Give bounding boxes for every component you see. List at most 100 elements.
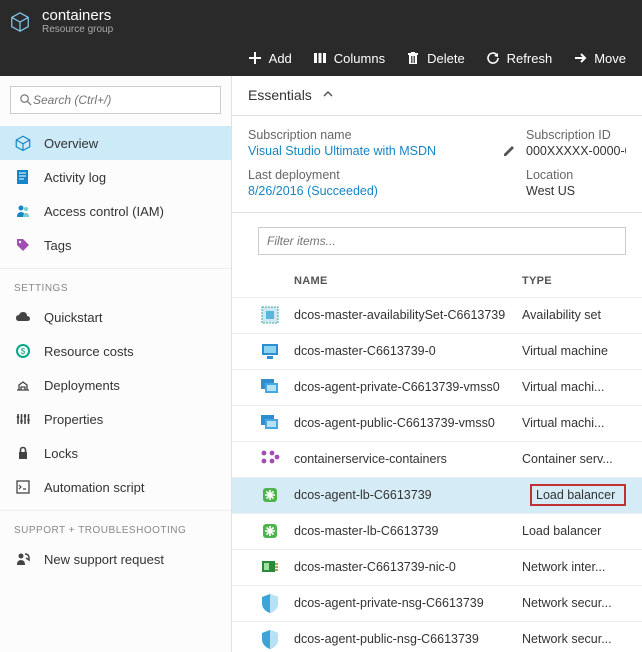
support-icon (14, 550, 32, 568)
sidebar-item-quickstart[interactable]: Quickstart (0, 300, 231, 334)
resource-name: dcos-master-C6613739-nic-0 (294, 560, 522, 574)
command-bar: Add Columns Delete Refresh Move (0, 40, 642, 76)
resource-group-icon (8, 10, 32, 34)
access-control-icon (14, 202, 32, 220)
search-icon (19, 93, 33, 107)
sidebar-item-automation[interactable]: Automation script (0, 470, 231, 504)
sidebar-label: Access control (IAM) (44, 204, 164, 219)
subscription-name-link[interactable]: Visual Studio Ultimate with MSDN (248, 144, 502, 158)
script-icon (14, 478, 32, 496)
activity-log-icon (14, 168, 32, 186)
columns-label: Columns (334, 51, 385, 66)
lock-icon (14, 444, 32, 462)
sidebar-label: Automation script (44, 480, 144, 495)
deployments-icon (14, 376, 32, 394)
sidebar-item-access[interactable]: Access control (IAM) (0, 194, 231, 228)
resource-type: Load balancer (522, 524, 626, 538)
location-value: West US (526, 184, 626, 198)
resource-list: dcos-master-availabilitySet-C6613739 Ava… (232, 297, 642, 652)
table-row[interactable]: containerservice-containers Container se… (232, 441, 642, 477)
table-row[interactable]: dcos-agent-lb-C6613739 Load balancer (232, 477, 642, 513)
essentials-title: Essentials (248, 87, 312, 103)
sidebar-label: New support request (44, 552, 164, 567)
page-header: containers Resource group (0, 0, 642, 40)
properties-icon (14, 410, 32, 428)
section-settings: SETTINGS (0, 269, 231, 300)
table-header: NAME TYPE (232, 261, 642, 297)
sidebar-item-deployments[interactable]: Deployments (0, 368, 231, 402)
columns-icon (312, 50, 328, 66)
resource-name: dcos-agent-private-nsg-C6613739 (294, 596, 522, 610)
table-row[interactable]: dcos-agent-private-nsg-C6613739 Network … (232, 585, 642, 621)
subscription-name-label: Subscription name (248, 128, 502, 142)
sidebar-label: Quickstart (44, 310, 103, 325)
refresh-button[interactable]: Refresh (477, 46, 561, 70)
filter-box[interactable] (258, 227, 626, 255)
sidebar-label: Overview (44, 136, 98, 151)
add-button[interactable]: Add (239, 46, 300, 70)
table-row[interactable]: dcos-agent-public-C6613739-vmss0 Virtual… (232, 405, 642, 441)
subscription-id-label: Subscription ID (526, 128, 626, 142)
filter-input[interactable] (267, 234, 617, 248)
table-row[interactable]: dcos-agent-public-nsg-C6613739 Network s… (232, 621, 642, 652)
subscription-id-value: 000XXXXX-0000-0 (526, 144, 626, 158)
move-button[interactable]: Move (564, 46, 634, 70)
plus-icon (247, 50, 263, 66)
table-row[interactable]: dcos-master-availabilitySet-C6613739 Ava… (232, 297, 642, 333)
table-row[interactable]: dcos-agent-private-C6613739-vmss0 Virtua… (232, 369, 642, 405)
sidebar-label: Resource costs (44, 344, 134, 359)
columns-button[interactable]: Columns (304, 46, 393, 70)
resource-name: dcos-master-C6613739-0 (294, 344, 522, 358)
delete-label: Delete (427, 51, 465, 66)
resource-type: Network secur... (522, 632, 626, 646)
resource-name: dcos-agent-lb-C6613739 (294, 488, 530, 502)
table-row[interactable]: dcos-master-C6613739-0 Virtual machine (232, 333, 642, 369)
container-service-icon (258, 447, 282, 471)
column-type[interactable]: TYPE (522, 275, 626, 287)
sidebar-label: Deployments (44, 378, 120, 393)
sidebar: Overview Activity log Access control (IA… (0, 76, 232, 652)
content-area: Essentials Subscription name Visual Stud… (232, 76, 642, 652)
sidebar-search-input[interactable] (33, 93, 212, 107)
tag-icon (14, 236, 32, 254)
resource-name: dcos-agent-private-C6613739-vmss0 (294, 380, 522, 394)
last-deployment-link[interactable]: 8/26/2016 (Succeeded) (248, 184, 502, 198)
svg-text:$: $ (21, 347, 26, 356)
sidebar-item-costs[interactable]: $ Resource costs (0, 334, 231, 368)
table-row[interactable]: dcos-master-C6613739-nic-0 Network inter… (232, 549, 642, 585)
location-label: Location (526, 168, 626, 182)
sidebar-item-tags[interactable]: Tags (0, 228, 231, 262)
essentials-toggle[interactable]: Essentials (232, 76, 642, 116)
resource-type: Virtual machi... (522, 416, 626, 430)
sidebar-label: Locks (44, 446, 78, 461)
edit-icon[interactable] (502, 144, 516, 158)
availability-set-icon (258, 303, 282, 327)
sidebar-item-locks[interactable]: Locks (0, 436, 231, 470)
page-subtitle: Resource group (42, 24, 113, 35)
column-name[interactable]: NAME (258, 275, 522, 287)
sidebar-search[interactable] (10, 86, 221, 114)
sidebar-item-properties[interactable]: Properties (0, 402, 231, 436)
resource-type: Network inter... (522, 560, 626, 574)
refresh-icon (485, 50, 501, 66)
trash-icon (405, 50, 421, 66)
sidebar-label: Activity log (44, 170, 106, 185)
delete-button[interactable]: Delete (397, 46, 473, 70)
resource-name: containerservice-containers (294, 452, 522, 466)
sidebar-item-activity[interactable]: Activity log (0, 160, 231, 194)
nsg-icon (258, 627, 282, 651)
sidebar-label: Properties (44, 412, 103, 427)
cloud-icon (14, 308, 32, 326)
cost-icon: $ (14, 342, 32, 360)
resource-name: dcos-agent-public-nsg-C6613739 (294, 632, 522, 646)
resource-type: Availability set (522, 308, 626, 322)
vmss-icon (258, 375, 282, 399)
resource-name: dcos-master-availabilitySet-C6613739 (294, 308, 522, 322)
resource-name: dcos-master-lb-C6613739 (294, 524, 522, 538)
sidebar-item-support[interactable]: New support request (0, 542, 231, 576)
resource-type: Network secur... (522, 596, 626, 610)
chevron-up-icon (322, 88, 336, 102)
table-row[interactable]: dcos-master-lb-C6613739 Load balancer (232, 513, 642, 549)
sidebar-item-overview[interactable]: Overview (0, 126, 231, 160)
sidebar-label: Tags (44, 238, 71, 253)
